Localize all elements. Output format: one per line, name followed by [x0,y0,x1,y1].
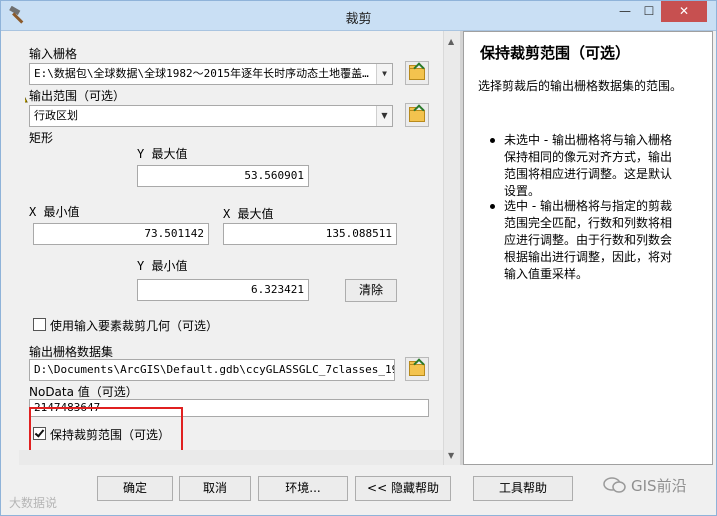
cancel-button[interactable]: 取消 [179,476,251,501]
help-title: 保持裁剪范围（可选） [480,44,631,62]
browse-output-raster-button[interactable] [405,357,429,381]
help-description: 选择剪裁后的输出栅格数据集的范围。 [478,79,683,93]
bullet-icon [490,138,495,143]
window-title: 裁剪 [345,12,372,27]
watermark-right: GIS前沿 [631,477,687,495]
y-min-label: Y 最小值 [137,259,188,273]
tool-help-button[interactable]: 工具帮助 [473,476,573,501]
input-raster-combobox[interactable]: E:\数据包\全球数据\全球1982～2015年逐年长时序动态土地覆盖… ▼ [29,63,393,85]
input-raster-label: 输入栅格 [29,47,78,61]
ok-button[interactable]: 确定 [97,476,173,501]
clip-dialog: 裁剪 — ☐ ✕ 输入栅格 E:\数据包\全球数据\全球1982～2015年逐年… [0,0,717,516]
hide-help-button[interactable]: << 隐藏帮助 [355,476,451,501]
output-raster-field[interactable]: D:\Documents\ArcGIS\Default.gdb\ccyGLASS… [29,359,395,381]
minimize-button[interactable]: — [613,1,637,22]
chevron-down-icon[interactable]: ▼ [376,106,392,126]
wechat-icon [603,477,626,493]
horizontal-scrollbar[interactable] [19,450,443,465]
vertical-scrollbar[interactable]: ▲ ▼ [443,31,460,465]
y-min-field[interactable]: 6.323421 [137,279,309,301]
rectangle-label: 矩形 [29,131,54,145]
help-item-text: 未选中 - 输出栅格将与输入栅格保持相同的像元对齐方式，输出范围将相应进行调整。… [504,133,673,198]
help-item-checked: 选中 - 输出栅格将与指定的剪裁范围完全匹配，行数和列数将相应进行调整。由于行数… [490,198,674,283]
x-max-field[interactable]: 135.088511 [223,223,397,245]
scroll-down-icon[interactable]: ▼ [448,451,454,460]
close-button[interactable]: ✕ [661,1,707,22]
x-min-label: X 最小值 [29,205,80,219]
help-panel: 保持裁剪范围（可选） 选择剪裁后的输出栅格数据集的范围。 未选中 - 输出栅格将… [463,31,713,465]
help-item-text: 选中 - 输出栅格将与指定的剪裁范围完全匹配，行数和列数将相应进行调整。由于行数… [504,199,673,281]
nodata-label: NoData 值（可选） [29,385,138,399]
output-extent-value: 行政区划 [34,109,78,122]
maximize-button[interactable]: ☐ [637,1,661,22]
bullet-icon [490,204,495,209]
output-raster-label: 输出栅格数据集 [29,345,114,359]
clear-button[interactable]: 清除 [345,279,397,302]
title-bar[interactable]: 裁剪 — ☐ ✕ [1,1,716,31]
browse-input-raster-button[interactable] [405,61,429,85]
x-max-label: X 最大值 [223,207,274,221]
browse-output-extent-button[interactable] [405,103,429,127]
output-extent-label: 输出范围（可选） [29,89,126,103]
use-geometry-label: 使用输入要素裁剪几何（可选） [50,319,219,333]
warning-icon [25,96,28,103]
help-item-unchecked: 未选中 - 输出栅格将与输入栅格保持相同的像元对齐方式，输出范围将相应进行调整。… [490,132,674,200]
scroll-up-icon[interactable]: ▲ [448,37,454,46]
x-min-field[interactable]: 73.501142 [33,223,209,245]
output-extent-combobox[interactable]: 行政区划 ▼ [29,105,393,127]
use-geometry-checkbox[interactable] [33,318,46,331]
y-max-field[interactable]: 53.560901 [137,165,309,187]
input-raster-value: E:\数据包\全球数据\全球1982～2015年逐年长时序动态土地覆盖… [34,67,369,80]
chevron-down-icon[interactable]: ▼ [376,64,392,84]
parameters-panel: 输入栅格 E:\数据包\全球数据\全球1982～2015年逐年长时序动态土地覆盖… [25,31,443,465]
watermark-left: 大数据说 [9,496,58,510]
y-max-label: Y 最大值 [137,147,188,161]
environments-button[interactable]: 环境... [258,476,348,501]
